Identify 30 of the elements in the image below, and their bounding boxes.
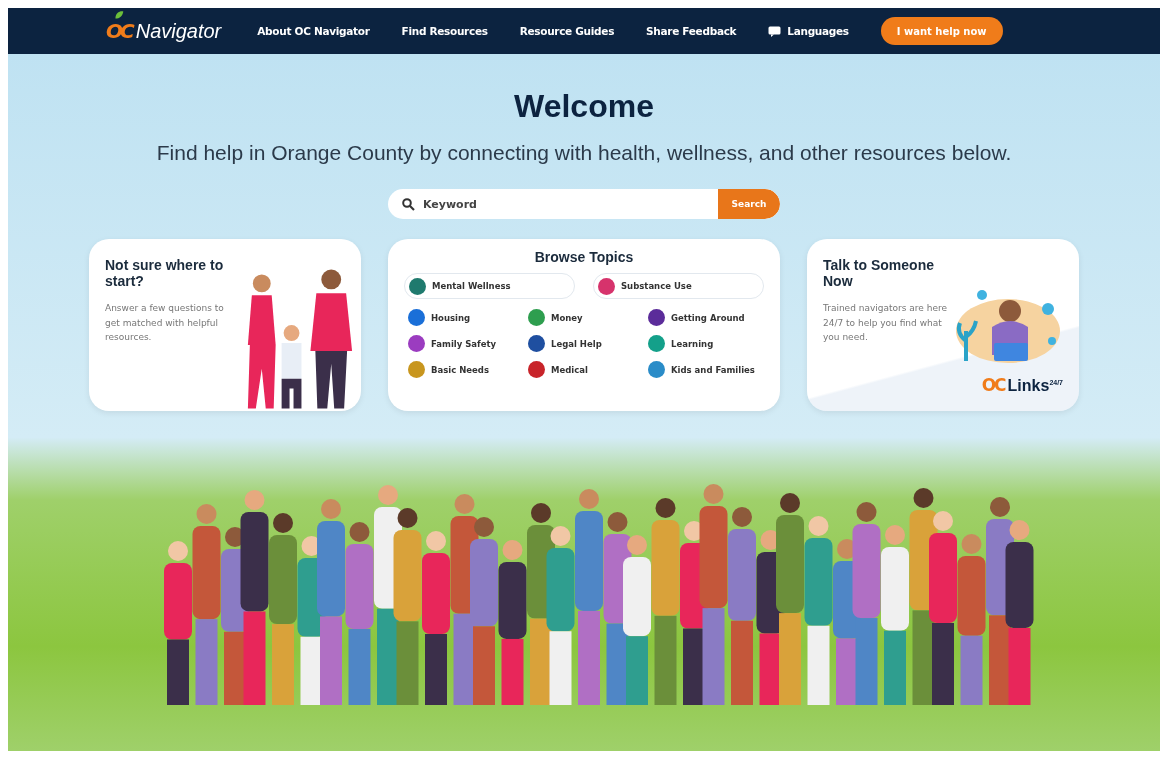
card-text: Trained navigators are here 24/7 to help you find what you need.: [823, 302, 948, 344]
nav-link[interactable]: Find Resources: [401, 25, 488, 37]
logo-mark: OC: [981, 375, 1005, 395]
card-text: Answer a few questions to get matched with helpful resources.: [105, 302, 225, 344]
topic-link[interactable]: Medical: [528, 361, 648, 378]
nav-link[interactable]: About OC Navigator: [257, 25, 370, 37]
topic-link[interactable]: Family Safety: [408, 335, 528, 352]
topic-link[interactable]: Kids and Families: [648, 361, 764, 378]
topic-link[interactable]: Housing: [408, 309, 528, 326]
leaf-icon: [114, 9, 124, 20]
search-icon: [402, 197, 415, 211]
topic-link[interactable]: Money: [528, 309, 648, 326]
topic-link[interactable]: Getting Around: [648, 309, 764, 326]
speech-bubble-icon: [768, 25, 782, 37]
nav-link[interactable]: Share Feedback: [646, 25, 737, 37]
start-card[interactable]: Not sure where to start? Answer a few questions to get matched with helpful resources.: [89, 239, 361, 411]
topic-link[interactable]: Basic Needs: [408, 361, 528, 378]
card-title: Not sure where to start?: [105, 257, 225, 290]
nav-link[interactable]: Resource Guides: [519, 25, 615, 37]
links-logo-text: Links$^{24/7}$: [1007, 377, 1063, 395]
hero-subtitle: Find help in Orange County by connecting with health, wellness, and other resources below.: [156, 141, 1012, 165]
brand-name[interactable]: Navigator: [135, 19, 222, 43]
talk-card[interactable]: Talk to Someone Now Trained navigators are here 24/7 to help you find what you need. OC Links$^{24/7}$: [807, 239, 1079, 411]
welcome-heading: Welcome: [514, 88, 654, 125]
card-title: Talk to Someone Now: [823, 257, 935, 290]
languages-link[interactable]: Languages: [768, 25, 849, 37]
brand-mark[interactable]: OC: [106, 21, 132, 41]
card-title: Browse Topics: [533, 249, 635, 265]
topic-link[interactable]: Legal Help: [528, 335, 648, 352]
topic-link[interactable]: Learning: [648, 335, 764, 352]
